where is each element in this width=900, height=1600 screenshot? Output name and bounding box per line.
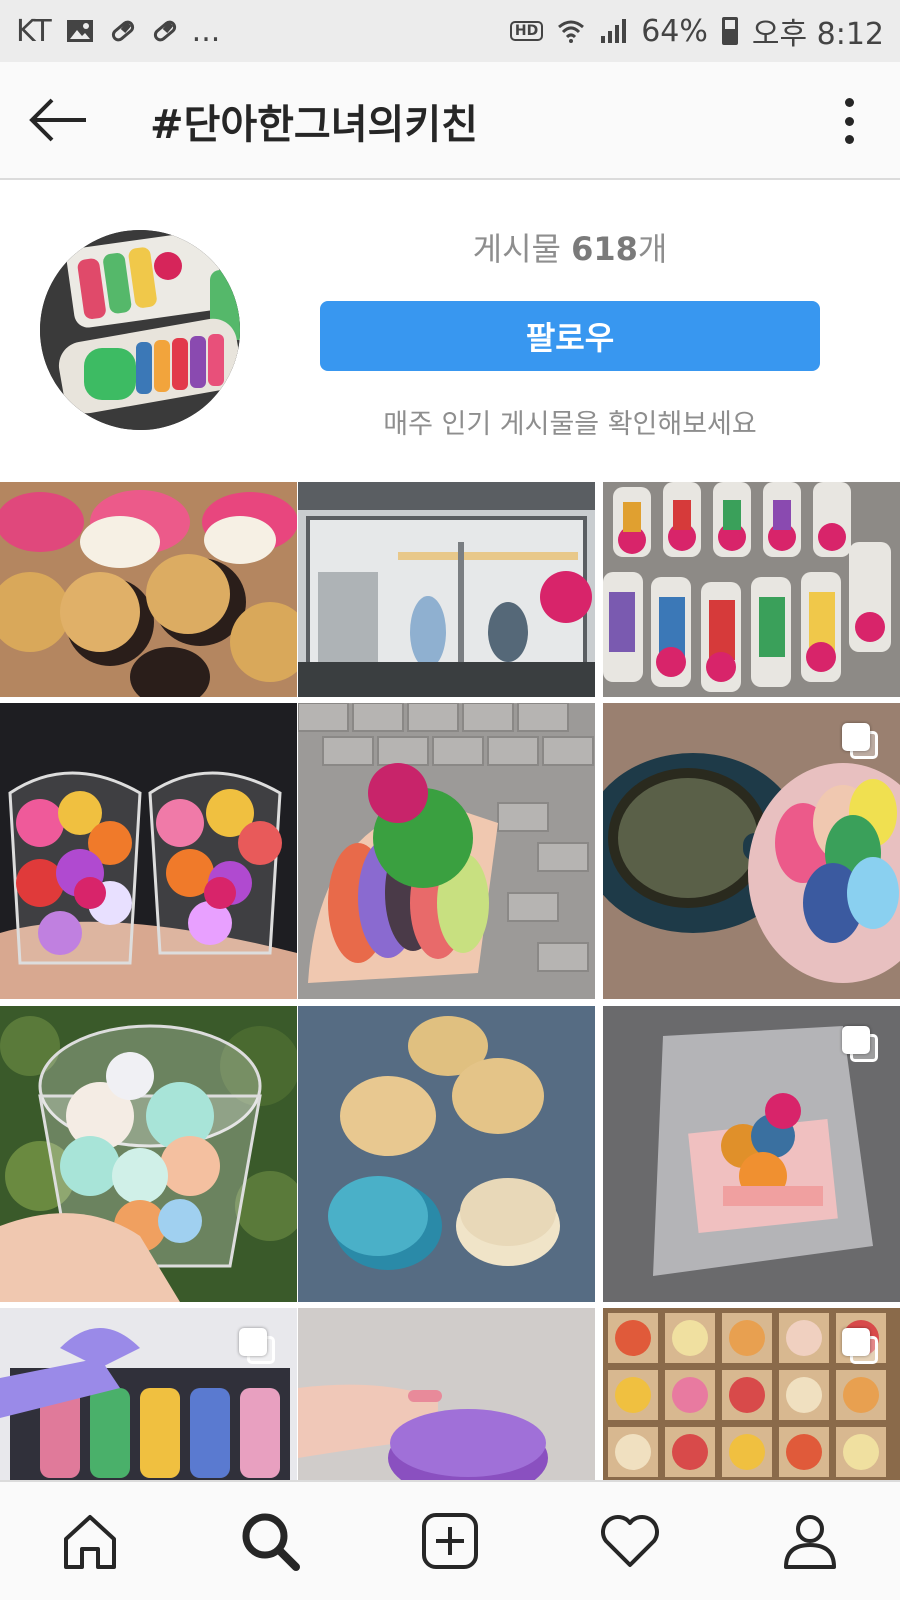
multiple-photos-icon xyxy=(842,1026,878,1062)
image-notification-icon xyxy=(66,20,93,42)
grid-post-cookie-bags[interactable] xyxy=(298,1006,595,1302)
arrow-left-icon[interactable] xyxy=(24,88,94,152)
nav-profile[interactable] xyxy=(770,1501,850,1581)
nav-activity[interactable] xyxy=(590,1501,670,1581)
post-count-unit: 개 xyxy=(637,230,668,268)
search-icon xyxy=(242,1513,300,1571)
clock: 오후 8:12 xyxy=(751,17,884,52)
status-bar: KT ... HD 64% 오후 8:12 xyxy=(0,0,900,62)
home-icon xyxy=(64,1515,116,1569)
grid-post-meringue-cups[interactable] xyxy=(0,703,297,999)
carrier-label: KT xyxy=(16,13,52,49)
grid-post-macarons-tray[interactable] xyxy=(0,482,297,697)
nav-search[interactable] xyxy=(230,1501,310,1581)
hashtag-avatar xyxy=(40,230,240,430)
pill-notification-icon xyxy=(153,20,176,42)
grid-post-coffee-macarons[interactable] xyxy=(603,703,900,999)
top-posts-hint: 매주 인기 게시물을 확인해보세요 xyxy=(383,409,757,440)
hd-voice-icon: HD xyxy=(509,21,544,41)
bottom-navigation xyxy=(0,1480,900,1600)
battery-percent: 64% xyxy=(641,13,708,49)
battery-icon xyxy=(721,17,738,45)
post-count: 게시물 618개 xyxy=(320,224,820,270)
app-header: #단아한그녀의키친 xyxy=(0,62,900,180)
grid-post-purple-macaron[interactable] xyxy=(298,1308,595,1480)
signal-icon xyxy=(601,19,627,43)
grid-post-gift-bag[interactable] xyxy=(603,1006,900,1302)
post-grid xyxy=(0,482,900,1480)
multiple-photos-icon xyxy=(842,723,878,759)
add-post-icon xyxy=(422,1513,478,1569)
hashtag-header: 게시물 618개 팔로우 매주 인기 게시물을 확인해보세요 xyxy=(0,180,900,482)
grid-post-macaron-bag[interactable] xyxy=(298,703,595,999)
multiple-photos-icon xyxy=(239,1328,275,1364)
heart-icon xyxy=(601,1515,659,1567)
profile-icon xyxy=(784,1515,836,1569)
nav-add-post[interactable] xyxy=(410,1501,490,1581)
grid-post-macaron-boxes[interactable] xyxy=(603,482,900,697)
grid-post-shop-front[interactable] xyxy=(298,482,595,697)
post-count-label: 게시물 xyxy=(472,230,561,268)
multiple-photos-icon xyxy=(842,1328,878,1364)
more-notifications: ... xyxy=(191,13,221,49)
wifi-icon xyxy=(558,20,585,43)
post-count-value: 618 xyxy=(571,230,638,268)
page-title: #단아한그녀의키친 xyxy=(150,102,478,148)
grid-post-ribbon-box[interactable] xyxy=(0,1308,297,1480)
more-vertical-icon[interactable] xyxy=(842,98,856,144)
nav-home[interactable] xyxy=(50,1501,130,1581)
grid-post-meringue-cup-plants[interactable] xyxy=(0,1006,297,1302)
pill-notification-icon xyxy=(111,20,134,42)
grid-post-tarts-box[interactable] xyxy=(603,1308,900,1480)
follow-button[interactable]: 팔로우 xyxy=(320,301,820,371)
